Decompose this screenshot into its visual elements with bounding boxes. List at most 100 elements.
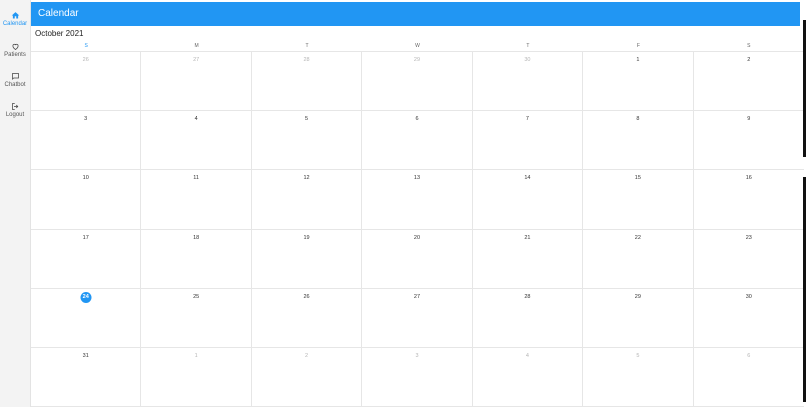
sidebar-item-label: Chatbot xyxy=(4,82,26,88)
day-cell[interactable]: 12 xyxy=(251,170,363,230)
day-cell[interactable]: 30 xyxy=(472,52,584,112)
day-cell[interactable]: 19 xyxy=(251,229,363,289)
day-cell[interactable]: 25 xyxy=(141,288,252,348)
day-number: 28 xyxy=(303,57,310,63)
day-cell[interactable]: 2 xyxy=(251,347,363,407)
day-number: 19 xyxy=(303,234,310,241)
heart-icon xyxy=(11,43,19,50)
day-number: 3 xyxy=(415,352,419,359)
day-cell[interactable]: 3 xyxy=(31,111,142,171)
day-cell[interactable]: 6 xyxy=(362,111,473,171)
day-number: 7 xyxy=(525,116,529,123)
day-number: 4 xyxy=(525,352,529,359)
day-cell[interactable]: 8 xyxy=(583,111,694,171)
day-number: 12 xyxy=(303,175,310,182)
day-cell[interactable]: 27 xyxy=(141,52,252,112)
day-cell[interactable]: 28 xyxy=(251,52,363,112)
weekday-label: T xyxy=(526,43,530,49)
sidebar-item-chatbot[interactable]: Chatbot xyxy=(0,72,30,88)
month-grid: 26 27 28 29 30 1 2 3 4 5 6 7 8 9 10 11 12 13 14 15 16 17 18 19 2… xyxy=(31,51,804,407)
day-cell[interactable]: 6 xyxy=(693,348,804,407)
day-number: 14 xyxy=(524,175,531,182)
app-header: Calendar xyxy=(31,2,800,26)
day-number: 22 xyxy=(634,234,641,241)
chat-icon xyxy=(11,73,19,81)
day-number: 1 xyxy=(636,57,640,63)
day-number: 29 xyxy=(413,57,421,63)
day-number: 1 xyxy=(194,352,198,359)
day-number: 31 xyxy=(82,352,89,359)
day-number: 27 xyxy=(413,293,421,300)
month-label: October 2021 xyxy=(35,29,84,38)
sidebar-item-label: Calendar xyxy=(2,21,28,27)
day-cell[interactable]: 3 xyxy=(362,347,473,407)
day-cell[interactable]: 1 xyxy=(141,347,252,407)
day-cell[interactable]: 4 xyxy=(472,347,584,407)
day-number: 17 xyxy=(82,234,89,241)
day-number: 24 xyxy=(80,291,92,303)
day-number: 27 xyxy=(193,57,200,63)
weekday-label: S xyxy=(747,43,751,49)
day-cell[interactable]: 16 xyxy=(693,170,804,230)
day-number: 13 xyxy=(413,175,421,182)
weekday-label: T xyxy=(305,43,309,49)
sidebar: Calendar Patients Chatbot Logout xyxy=(0,0,31,407)
day-cell[interactable]: 27 xyxy=(362,288,473,348)
day-cell[interactable]: 30 xyxy=(693,289,804,348)
day-cell[interactable]: 29 xyxy=(583,288,694,348)
day-cell[interactable]: 28 xyxy=(472,288,584,348)
sidebar-item-patients[interactable]: Patients xyxy=(0,42,30,58)
day-cell[interactable]: 29 xyxy=(362,52,473,112)
day-cell[interactable]: 7 xyxy=(472,111,584,171)
day-cell[interactable]: 26 xyxy=(31,52,142,112)
day-cell[interactable]: 11 xyxy=(141,170,252,230)
day-number: 28 xyxy=(524,293,531,300)
day-number: 9 xyxy=(747,116,751,123)
sidebar-item-label: Logout xyxy=(5,112,25,118)
day-number: 23 xyxy=(745,234,752,241)
day-number: 16 xyxy=(745,175,752,182)
day-cell[interactable]: 23 xyxy=(693,230,804,289)
day-number: 6 xyxy=(415,116,419,123)
day-number: 5 xyxy=(636,352,640,359)
day-cell[interactable]: 5 xyxy=(583,347,694,407)
day-cell[interactable]: 14 xyxy=(472,170,584,230)
day-number: 21 xyxy=(524,234,531,241)
day-cell-today[interactable]: 24 xyxy=(31,288,142,348)
home-icon xyxy=(11,12,19,19)
day-number: 29 xyxy=(634,293,641,300)
day-number: 2 xyxy=(305,352,309,359)
weekday-label: M xyxy=(194,43,199,49)
sidebar-item-label: Patients xyxy=(4,52,26,58)
day-number: 8 xyxy=(636,116,640,123)
day-cell[interactable]: 31 xyxy=(31,347,142,407)
day-cell[interactable]: 22 xyxy=(583,229,694,289)
day-number: 20 xyxy=(413,234,421,241)
day-number: 26 xyxy=(303,293,310,300)
day-number: 4 xyxy=(194,116,198,123)
day-number: 6 xyxy=(747,352,751,359)
sidebar-item-logout[interactable]: Logout xyxy=(0,102,30,118)
day-number: 30 xyxy=(524,57,531,63)
day-cell[interactable]: 5 xyxy=(251,111,363,171)
day-cell[interactable]: 4 xyxy=(141,111,252,171)
day-cell[interactable]: 10 xyxy=(31,170,142,230)
day-number: 18 xyxy=(193,234,200,241)
day-cell[interactable]: 1 xyxy=(583,52,694,112)
day-cell[interactable]: 9 xyxy=(693,111,804,171)
weekday-label: S xyxy=(84,43,88,49)
day-number: 3 xyxy=(84,116,88,123)
day-cell[interactable]: 26 xyxy=(251,288,363,348)
day-cell[interactable]: 13 xyxy=(362,170,473,230)
day-cell[interactable]: 21 xyxy=(472,229,584,289)
day-number: 25 xyxy=(193,293,200,300)
day-number: 2 xyxy=(747,57,751,63)
day-cell[interactable]: 17 xyxy=(31,229,142,289)
day-cell[interactable]: 20 xyxy=(362,229,473,289)
day-cell[interactable]: 18 xyxy=(141,229,252,289)
day-cell[interactable]: 2 xyxy=(693,52,804,112)
day-number: 11 xyxy=(193,175,199,182)
day-cell[interactable]: 15 xyxy=(583,170,694,230)
sidebar-item-calendar[interactable]: Calendar xyxy=(0,11,30,27)
day-number: 10 xyxy=(82,175,89,182)
